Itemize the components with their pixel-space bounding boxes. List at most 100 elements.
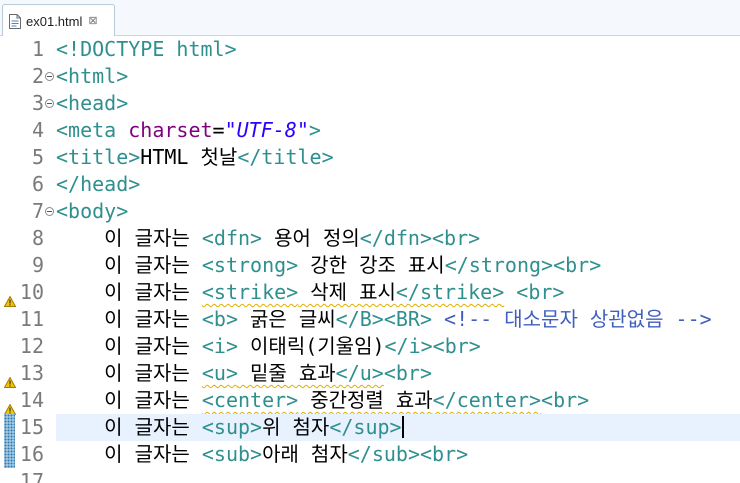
line-number: 11 [19, 307, 44, 331]
code-token-text: 중간정렬 효과 [298, 388, 433, 412]
code-text[interactable]: <!DOCTYPE html> [56, 36, 740, 63]
fold-toggle-icon[interactable] [45, 72, 54, 81]
code-line[interactable]: 3 <head> [0, 90, 740, 117]
code-token-tag: <dfn> [201, 226, 263, 250]
code-token-tag: <head> [56, 91, 129, 115]
code-token-tag: <br> [383, 361, 433, 385]
code-token-tag: </strike> [395, 280, 505, 304]
code-token-str: "UTF-8" [224, 118, 309, 142]
code-line[interactable]: 15 이 글자는 <sup>위 첨자</sup> [0, 414, 740, 441]
overview-ruler [0, 252, 16, 279]
code-token-text: 위 첨자 [262, 415, 330, 439]
code-token-tag: </u> [335, 361, 384, 385]
overview-ruler [0, 90, 16, 117]
code-token-text: 굵은 글씨 [237, 307, 336, 331]
code-token-tag: <sub> [201, 442, 263, 466]
change-marker [4, 441, 15, 468]
line-number: 1 [31, 37, 44, 61]
code-token-text: 이 글자는 [104, 361, 202, 385]
overview-ruler [0, 414, 16, 441]
code-text[interactable]: <html> [56, 63, 740, 90]
code-token-tag: <br> [516, 280, 565, 304]
code-token-tag: <i> [201, 334, 238, 358]
code-text[interactable]: <head> [56, 90, 740, 117]
code-token-tag: <center> [201, 388, 299, 412]
code-token-text: 이 글자는 [104, 415, 202, 439]
tab-ex01-html[interactable]: ex01.html ⊠ [2, 4, 115, 37]
line-number: 10 [19, 280, 44, 304]
code-text[interactable] [56, 468, 740, 483]
line-number: 9 [31, 253, 44, 277]
code-token-tag: <meta [56, 118, 129, 142]
line-number: 3 [31, 91, 44, 115]
code-line[interactable]: 2 <html> [0, 63, 740, 90]
code-token-tag: </sup> [329, 415, 402, 439]
line-number: 15 [19, 415, 44, 439]
code-token-tag: </B><BR> [335, 307, 432, 331]
code-token-tag: <strong> [201, 253, 299, 277]
code-editor[interactable]: 1 <!DOCTYPE html> 2 <html> 3 <head> 4 <meta cha… [0, 36, 740, 483]
line-number: 14 [19, 388, 44, 412]
code-text[interactable]: 이 글자는 <dfn> 용어 정의</dfn><br> [56, 225, 740, 252]
code-line[interactable]: 9 이 글자는 <strong> 강한 강조 표시</strong><br> [0, 252, 740, 279]
code-line[interactable]: 1 <!DOCTYPE html> [0, 36, 740, 63]
code-token-cmt: <!-- 대소문자 상관없음 --> [444, 307, 712, 331]
code-token-doc: <!DOCTYPE html> [56, 37, 237, 61]
code-text[interactable]: 이 글자는 <i> 이태릭(기울임)</i><br> [56, 333, 740, 360]
overview-ruler [0, 117, 16, 144]
code-text[interactable]: 이 글자는 <sup>위 첨자</sup> [56, 414, 740, 441]
overview-ruler [0, 387, 17, 415]
code-line[interactable]: 12 이 글자는 <i> 이태릭(기울임)</i><br> [0, 333, 740, 360]
code-token-text: 이 글자는 [104, 388, 202, 412]
code-text[interactable]: 이 글자는 <sub>아래 첨자</sub><br> [56, 441, 740, 468]
line-number: 4 [31, 118, 44, 142]
code-line[interactable]: 6 </head> [0, 171, 740, 198]
code-token-tag: </sub><br> [347, 442, 469, 466]
code-text[interactable]: 이 글자는 <center> 중간정렬 효과</center><br> [56, 387, 740, 414]
code-text[interactable]: 이 글자는 <u> 밑줄 효과</u><br> [56, 360, 740, 387]
code-token-tag: <html> [56, 64, 129, 88]
line-number: 16 [19, 442, 44, 466]
line-number: 8 [31, 226, 44, 250]
code-token-tag: <sup> [201, 415, 263, 439]
code-token-tag: </i><br> [384, 334, 481, 358]
line-number: 5 [31, 145, 44, 169]
code-text[interactable]: 이 글자는 <b> 굵은 글씨</B><BR> <!-- 대소문자 상관없음 -… [56, 306, 740, 333]
line-number: 17 [19, 469, 44, 483]
code-text[interactable]: <title>HTML 첫날</title> [56, 144, 740, 171]
overview-ruler [0, 198, 16, 225]
code-line[interactable]: 11 이 글자는 <b> 굵은 글씨</B><BR> <!-- 대소문자 상관없… [0, 306, 740, 333]
code-text[interactable]: </head> [56, 171, 740, 198]
code-token-tag: <strike> [201, 280, 299, 304]
code-token-tag: </head> [56, 172, 141, 196]
code-token-tag: </title> [237, 145, 334, 169]
code-line[interactable]: 7 <body> [0, 198, 740, 225]
code-token-text: HTML 첫날 [140, 145, 238, 169]
fold-toggle-icon[interactable] [45, 99, 54, 108]
code-line[interactable]: 4 <meta charset="UTF-8"> [0, 117, 740, 144]
code-token-text: 삭제 표시 [298, 280, 396, 304]
code-line[interactable]: 5 <title>HTML 첫날</title> [0, 144, 740, 171]
code-token-tag: </dfn><br> [359, 226, 481, 250]
code-token-tag: </center> [432, 388, 542, 412]
code-text[interactable]: 이 글자는 <strong> 강한 강조 표시</strong><br> [56, 252, 740, 279]
code-line[interactable]: 14 이 글자는 <center> 중간정렬 효과</center><br> [0, 387, 740, 415]
code-line[interactable]: 8 이 글자는 <dfn> 용어 정의</dfn><br> [0, 225, 740, 252]
code-line[interactable]: 17 [0, 468, 740, 483]
code-line[interactable]: 16 이 글자는 <sub>아래 첨자</sub><br> [0, 441, 740, 468]
code-text[interactable]: <meta charset="UTF-8"> [56, 117, 740, 144]
code-text[interactable]: <body> [56, 198, 740, 225]
code-line[interactable]: 10 이 글자는 <strike> 삭제 표시</strike> <br> [0, 279, 740, 307]
close-icon[interactable]: ⊠ [88, 15, 97, 27]
code-line[interactable]: 13 이 글자는 <u> 밑줄 효과</u><br> [0, 360, 740, 388]
fold-toggle-icon[interactable] [45, 207, 54, 216]
code-token-text: 이 글자는 [104, 226, 202, 250]
overview-ruler [0, 333, 16, 360]
code-token-tag: <body> [56, 199, 129, 223]
code-token-text: 이 글자는 [104, 442, 202, 466]
code-token-text: 이 글자는 [104, 334, 202, 358]
code-text[interactable]: 이 글자는 <strike> 삭제 표시</strike> <br> [56, 279, 740, 306]
overview-ruler [0, 360, 17, 388]
